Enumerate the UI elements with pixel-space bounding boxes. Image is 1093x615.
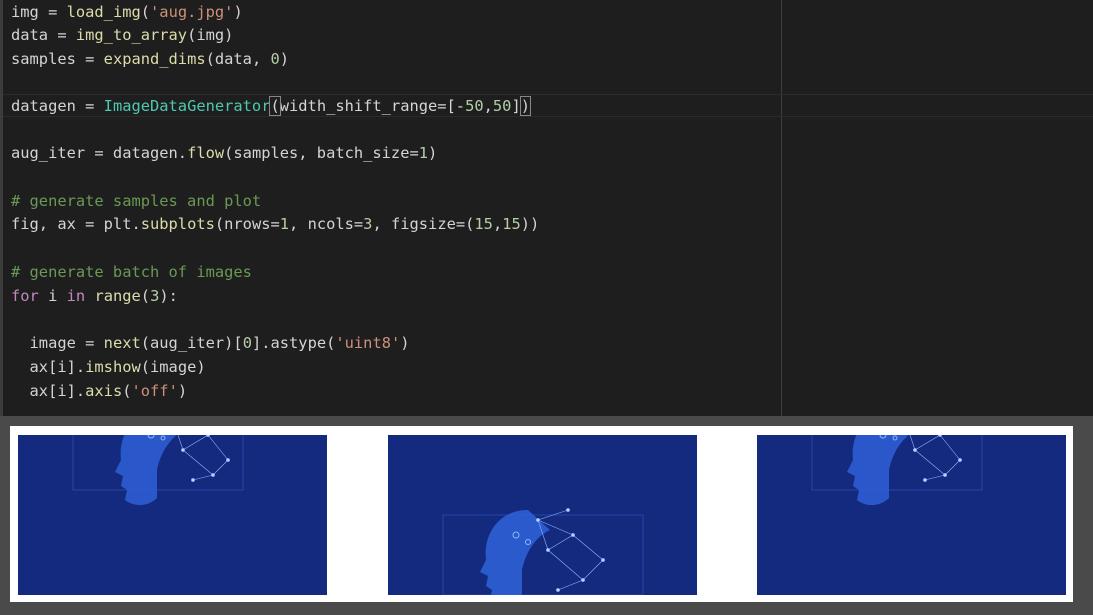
code-comment-1: # generate samples and plot: [11, 192, 262, 210]
code-line-12: ax[i].axis('off'): [11, 382, 188, 400]
code-comment-2: # generate batch of images: [11, 263, 252, 281]
code-editor[interactable]: img = load_img('aug.jpg') data = img_to_…: [0, 0, 1093, 416]
code-line-10: image = next(aug_iter)[0].astype('uint8'…: [11, 334, 410, 352]
editor-ruler: [781, 0, 782, 416]
code-line-9: for i in range(3):: [11, 287, 178, 305]
augmented-image-2: [388, 435, 697, 595]
editor-gutter: [0, 0, 3, 416]
augmented-image-3: [757, 435, 1066, 595]
code-line-2: data = img_to_array(img): [11, 26, 234, 44]
code-line-3: samples = expand_dims(data, 0): [11, 50, 290, 68]
augmented-image-1: [18, 435, 327, 595]
code-line-1: img = load_img('aug.jpg'): [11, 3, 243, 21]
code-block[interactable]: img = load_img('aug.jpg') data = img_to_…: [11, 0, 539, 400]
code-line-4: datagen = ImageDataGenerator(width_shift…: [11, 96, 532, 116]
code-line-7: fig, ax = plt.subplots(nrows=1, ncols=3,…: [11, 215, 540, 233]
code-line-11: ax[i].imshow(image): [11, 358, 206, 376]
code-line-5: aug_iter = datagen.flow(samples, batch_s…: [11, 144, 438, 162]
cell-output: [10, 426, 1073, 602]
